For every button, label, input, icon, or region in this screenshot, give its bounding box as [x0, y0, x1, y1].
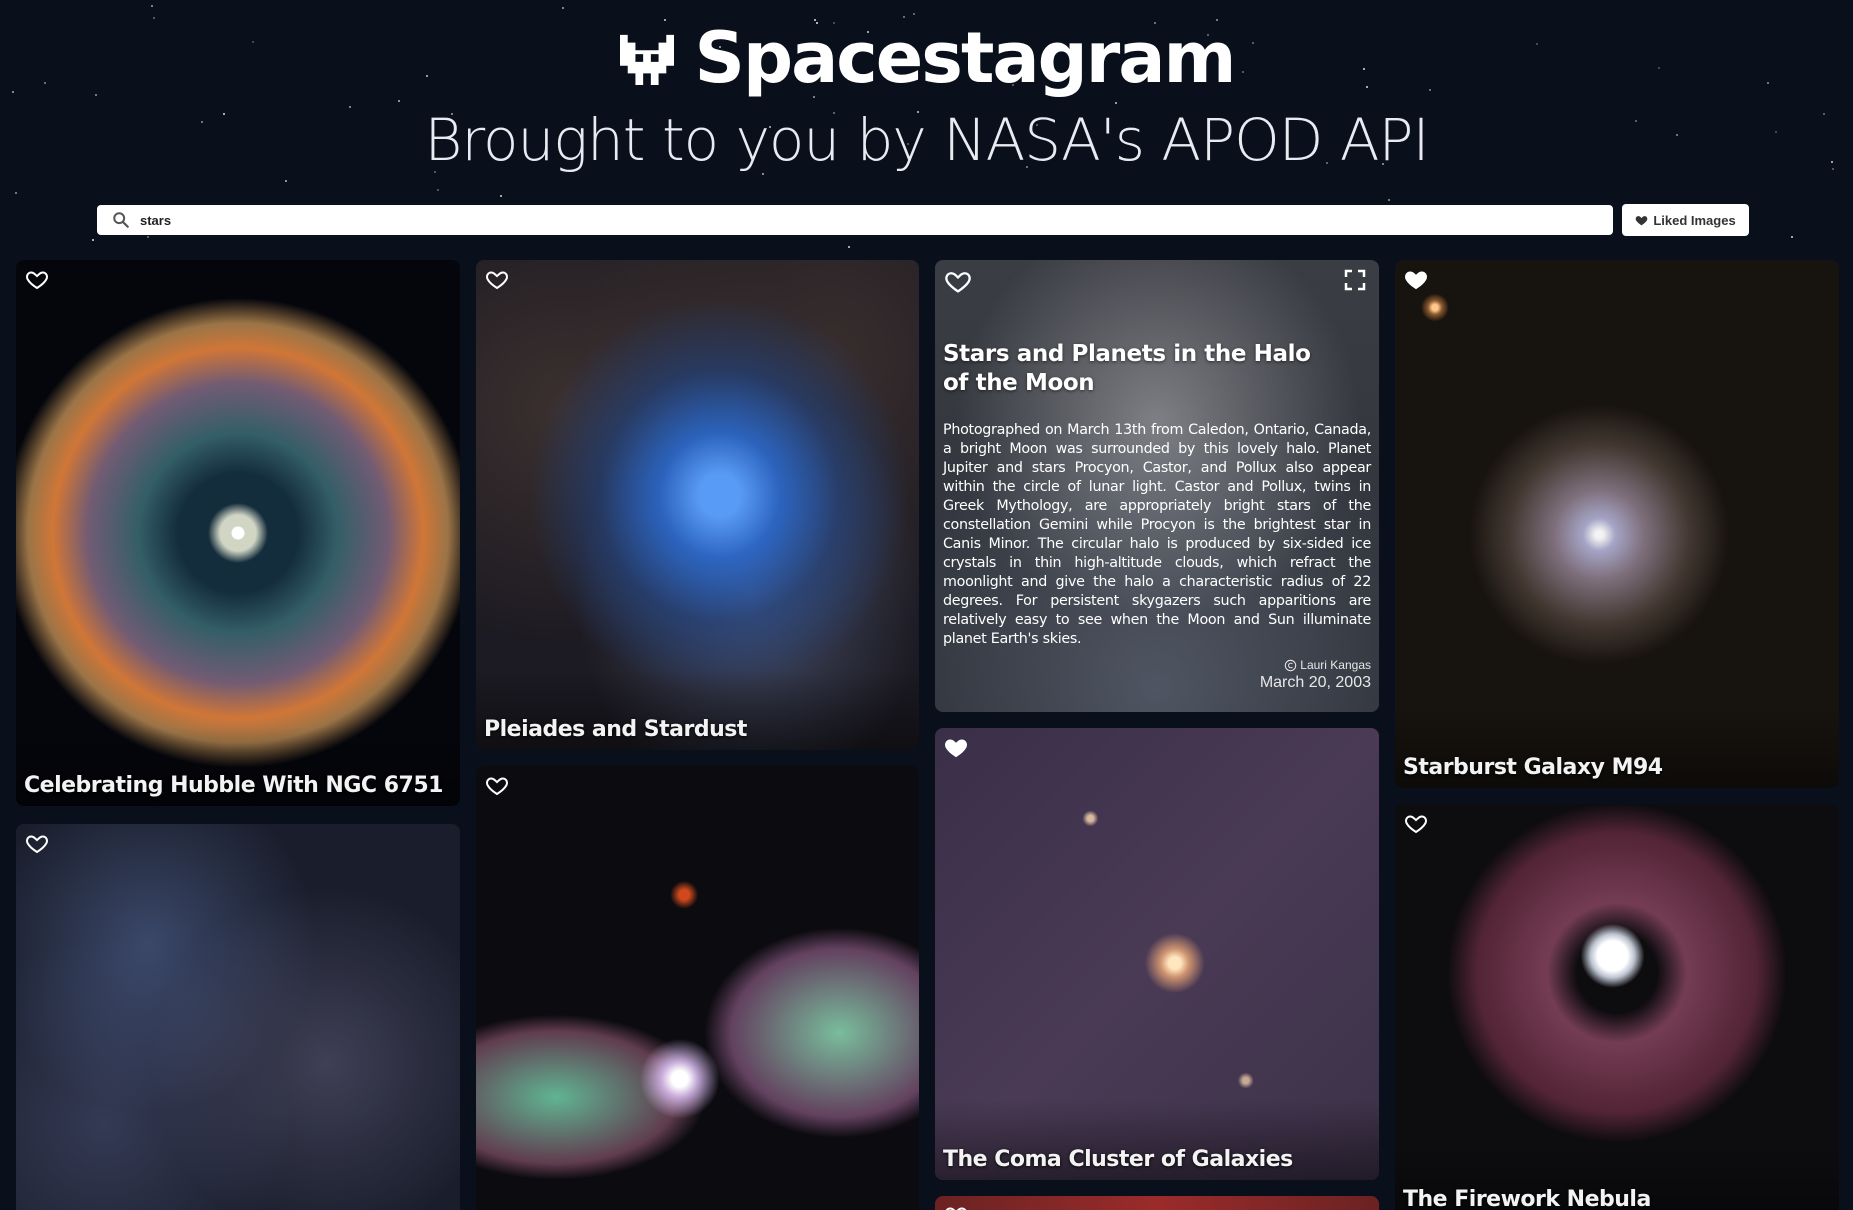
- card-title: Starburst Galaxy M94: [1403, 755, 1663, 780]
- image-card[interactable]: [935, 1196, 1379, 1210]
- like-heart-icon[interactable]: [24, 268, 50, 292]
- card-title: Pleiades and Stardust: [484, 717, 747, 742]
- card-title: Stars and Planets in the Halo of the Moo…: [943, 341, 1311, 396]
- copyright-icon: [1285, 659, 1297, 671]
- like-heart-icon[interactable]: [24, 832, 50, 856]
- app-title: Spacestagram: [694, 17, 1237, 99]
- star-dot: [92, 239, 94, 241]
- like-heart-icon[interactable]: [484, 268, 510, 292]
- image-card[interactable]: Starburst Galaxy M94: [1395, 260, 1839, 788]
- star-dot: [1791, 236, 1793, 238]
- apod-image: [476, 766, 919, 1210]
- expand-icon[interactable]: [1343, 268, 1367, 292]
- image-card[interactable]: The Coma Cluster of Galaxies: [935, 728, 1379, 1180]
- image-card[interactable]: [16, 824, 460, 1210]
- card-title: The Firework Nebula: [1403, 1187, 1651, 1210]
- image-card[interactable]: The Firework Nebula: [1395, 804, 1839, 1210]
- app-header: Spacestagram Brought to you by NASA's AP…: [0, 0, 1853, 200]
- apod-image: [16, 260, 460, 806]
- card-date: March 20, 2003: [1259, 674, 1371, 691]
- image-card-expanded[interactable]: Stars and Planets in the Halo of the Moo…: [935, 260, 1379, 712]
- search-input[interactable]: [138, 211, 1542, 229]
- like-heart-icon[interactable]: [1403, 812, 1429, 836]
- like-heart-icon[interactable]: [943, 736, 969, 760]
- alien-monster-icon: [619, 34, 674, 85]
- liked-images-button[interactable]: Liked Images: [1622, 204, 1749, 236]
- like-heart-icon[interactable]: [943, 268, 973, 296]
- card-title: The Coma Cluster of Galaxies: [943, 1147, 1293, 1172]
- like-heart-icon[interactable]: [1403, 268, 1429, 292]
- image-card[interactable]: [476, 766, 919, 1210]
- image-card[interactable]: Celebrating Hubble With NGC 6751: [16, 260, 460, 806]
- star-dot: [147, 236, 149, 238]
- apod-image: [16, 824, 460, 1210]
- star-dot: [848, 246, 850, 248]
- like-heart-icon[interactable]: [484, 774, 510, 798]
- card-explanation: Photographed on March 13th from Caledon,…: [943, 422, 1371, 647]
- search-icon: [113, 212, 129, 228]
- copyright-name: Lauri Kangas: [1300, 658, 1371, 672]
- logo: Spacestagram: [0, 18, 1853, 98]
- card-title: Celebrating Hubble With NGC 6751: [24, 773, 443, 798]
- heart-icon: [1636, 215, 1648, 225]
- image-card[interactable]: Pleiades and Stardust: [476, 260, 919, 750]
- card-copyright: Lauri Kangas: [1284, 658, 1371, 672]
- liked-images-label: Liked Images: [1653, 212, 1736, 228]
- search-bar: [97, 205, 1613, 235]
- app-subtitle: Brought to you by NASA's APOD API: [424, 106, 1429, 174]
- apod-image: [935, 1196, 1379, 1210]
- like-heart-icon[interactable]: [943, 1204, 969, 1210]
